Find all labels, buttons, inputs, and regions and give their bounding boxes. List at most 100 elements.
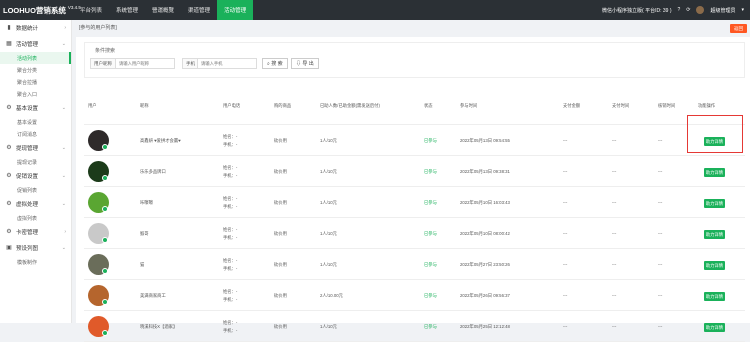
sidebar-group-virtual[interactable]: ⚙ 虚拟处理 ⌄ (0, 196, 71, 212)
col-time: 参与时间 (460, 103, 478, 108)
help-detail-button[interactable]: 助力详情 (703, 261, 725, 270)
table-row: 晓溪科技X【酒家】 姓名：- 手机：- 砍价用 1人/10元 已参与 2022年05月25日… (84, 311, 745, 342)
time-cell: 2022年05月26日 09:56:37 (460, 293, 510, 298)
col-paytime: 支付时间 (612, 103, 630, 108)
refresh-icon[interactable]: ⟳ (686, 7, 690, 13)
goods-cell: 砍价用 (274, 324, 287, 329)
help-cell: 1人/10元 (320, 138, 337, 143)
sidebar-item-promo-list[interactable]: 促销列表 (0, 184, 71, 196)
verified-icon (102, 144, 108, 150)
user-name[interactable]: 超级管理员 (710, 7, 735, 14)
pay-cell: --- (563, 293, 568, 298)
help-detail-button[interactable]: 助力详情 (703, 292, 725, 301)
col-phone: 用户电话 (223, 103, 241, 108)
sidebar-group-templates[interactable]: ▣ 预设列图 ⌄ (0, 240, 71, 256)
status-badge: 已参与 (424, 138, 437, 143)
back-button[interactable]: 返回 (730, 24, 747, 33)
user-nick-input[interactable] (115, 58, 175, 69)
sidebar-group-stats[interactable]: ▮ 数据统计 › (0, 20, 71, 36)
help-detail-button[interactable]: 助力详情 (703, 199, 725, 208)
sidebar-item-activity-list[interactable]: 活动列表 (0, 52, 71, 64)
sidebar: ▮ 数据统计 › ▦ 活动管理 ⌄ 活动列表 聚合分类 聚合拉播 聚合入口 ⚙ 基本设置 ⌄… (0, 20, 72, 323)
top-nav: 平台列表 系统管理 營運概覽 渠道管理 活动管理 (73, 0, 254, 20)
status-badge: 已参与 (424, 324, 437, 329)
app-logo[interactable]: LOOHUO营销系统 V3.4.5 (0, 5, 81, 16)
table-row: 高鑫妍 ♥爱拼才会赢♥ 姓名：- 手机：- 砍价用 1人/10元 已参与 2022年05月1… (84, 125, 745, 156)
name-cell: 姓名：- (223, 196, 238, 201)
top-nav-item-system[interactable]: 系统管理 (109, 0, 145, 20)
user-avatar[interactable] (696, 6, 705, 14)
top-nav-item-channels[interactable]: 渠道管理 (181, 0, 217, 20)
paytime-cell: --- (612, 138, 617, 143)
sidebar-group-withdraw[interactable]: ⚙ 提现管理 ⌄ (0, 140, 71, 156)
col-user: 用户 (88, 103, 97, 108)
top-nav-item-activities[interactable]: 活动管理 (217, 0, 254, 20)
nick-cell: 猴哥 (140, 231, 149, 236)
help-detail-button[interactable]: 助力详情 (703, 230, 725, 239)
sidebar-group-label: 预设列图 (16, 246, 39, 252)
sidebar-group-basic[interactable]: ⚙ 基本设置 ⌄ (0, 100, 71, 116)
verify-cell: --- (658, 324, 663, 329)
nick-cell: 乐乐多品牌口 (140, 169, 166, 174)
nick-cell: 高鑫妍 ♥爱拼才会赢♥ (140, 138, 181, 143)
help-cell: 1人/10元 (320, 231, 337, 236)
verified-icon (102, 299, 108, 305)
sidebar-item-virtual-list[interactable]: 虚拟列表 (0, 212, 71, 224)
search-button-label: 搜 索 (271, 61, 283, 67)
export-button[interactable]: ⇩ 导 出 (291, 58, 319, 69)
gear-icon: ⚙ (6, 229, 12, 235)
sidebar-item-withdraw-records[interactable]: 提现记录 (0, 156, 71, 168)
name-cell: 姓名：- (223, 227, 238, 232)
name-cell: 姓名：- (223, 258, 238, 263)
phone-cell: 手机：- (223, 173, 238, 178)
main-content: [参与的用户列表] 返回 条件搜索 用户昵称 手机 ⌕ 搜 索 ⇩ 导 出 用户… (76, 20, 750, 342)
sidebar-item-category[interactable]: 聚合分类 (0, 64, 71, 76)
table-row: 咔嚓嚓 姓名：- 手机：- 砍价用 1人/10元 已参与 2022年05月10日 16:03… (84, 187, 745, 218)
help-icon[interactable]: ? (677, 7, 680, 13)
sidebar-group-label: 基本设置 (16, 106, 39, 112)
help-cell: 2人/10.00元 (320, 293, 343, 298)
sidebar-group-promo[interactable]: ⚙ 促销设置 ⌄ (0, 168, 71, 184)
sidebar-item-template-make[interactable]: 模板制作 (0, 256, 71, 268)
phone-cell: 手机：- (223, 266, 238, 271)
phone-cell: 手机：- (223, 142, 238, 147)
help-detail-button[interactable]: 助力详情 (703, 323, 725, 332)
help-detail-button[interactable]: 助力详情 (703, 168, 725, 177)
grid-icon: ▦ (6, 41, 12, 47)
goods-cell: 砍价用 (274, 231, 287, 236)
nick-cell: 咔嚓嚓 (140, 200, 153, 205)
help-cell: 1人/10元 (320, 169, 337, 174)
highlight-box (687, 115, 743, 153)
top-nav-item-overview[interactable]: 營運概覽 (145, 0, 181, 20)
name-cell: 姓名：- (223, 289, 238, 294)
sidebar-item-subscribe[interactable]: 订阅消息 (0, 128, 71, 140)
platform-info: 微信小程序独立版( 平台ID: 39 ) (602, 7, 672, 14)
gear-icon: ⚙ (6, 173, 12, 179)
col-actions: 功能操作 (698, 103, 716, 108)
status-badge: 已参与 (424, 169, 437, 174)
top-nav-item-platforms[interactable]: 平台列表 (73, 0, 109, 20)
goods-cell: 砍价用 (274, 200, 287, 205)
col-help: 已助人数/已助金额(需发送后付) (320, 103, 380, 108)
filter-panel: 条件搜索 用户昵称 手机 ⌕ 搜 索 ⇩ 导 出 (84, 42, 745, 78)
verify-cell: --- (658, 138, 663, 143)
sidebar-item-carousel[interactable]: 聚合拉播 (0, 76, 71, 88)
verified-icon (102, 237, 108, 243)
sidebar-item-entry[interactable]: 聚合入口 (0, 88, 71, 100)
sidebar-group-activity[interactable]: ▦ 活动管理 ⌄ (0, 36, 71, 52)
sidebar-group-cards[interactable]: ⚙ 卡密管理 › (0, 224, 71, 240)
table-row: 美满商家商工 姓名：- 手机：- 砍价用 2人/10.00元 已参与 2022年05月26日… (84, 280, 745, 311)
gear-icon: ⚙ (6, 145, 12, 151)
goods-cell: 砍价用 (274, 138, 287, 143)
time-cell: 2022年05月27日 23:50:26 (460, 262, 510, 267)
goods-cell: 砍价用 (274, 293, 287, 298)
phone-cell: 手机：- (223, 235, 238, 240)
breadcrumb: [参与的用户列表] (79, 24, 117, 31)
search-button[interactable]: ⌕ 搜 索 (262, 58, 288, 69)
sidebar-group-label: 活动管理 (16, 42, 39, 48)
sidebar-item-basic-settings[interactable]: 基本设置 (0, 116, 71, 128)
phone-input[interactable] (197, 58, 257, 69)
chevron-down-icon[interactable]: ▾ (741, 7, 744, 13)
nick-cell: 猫 (140, 262, 145, 267)
verified-icon (102, 330, 108, 336)
